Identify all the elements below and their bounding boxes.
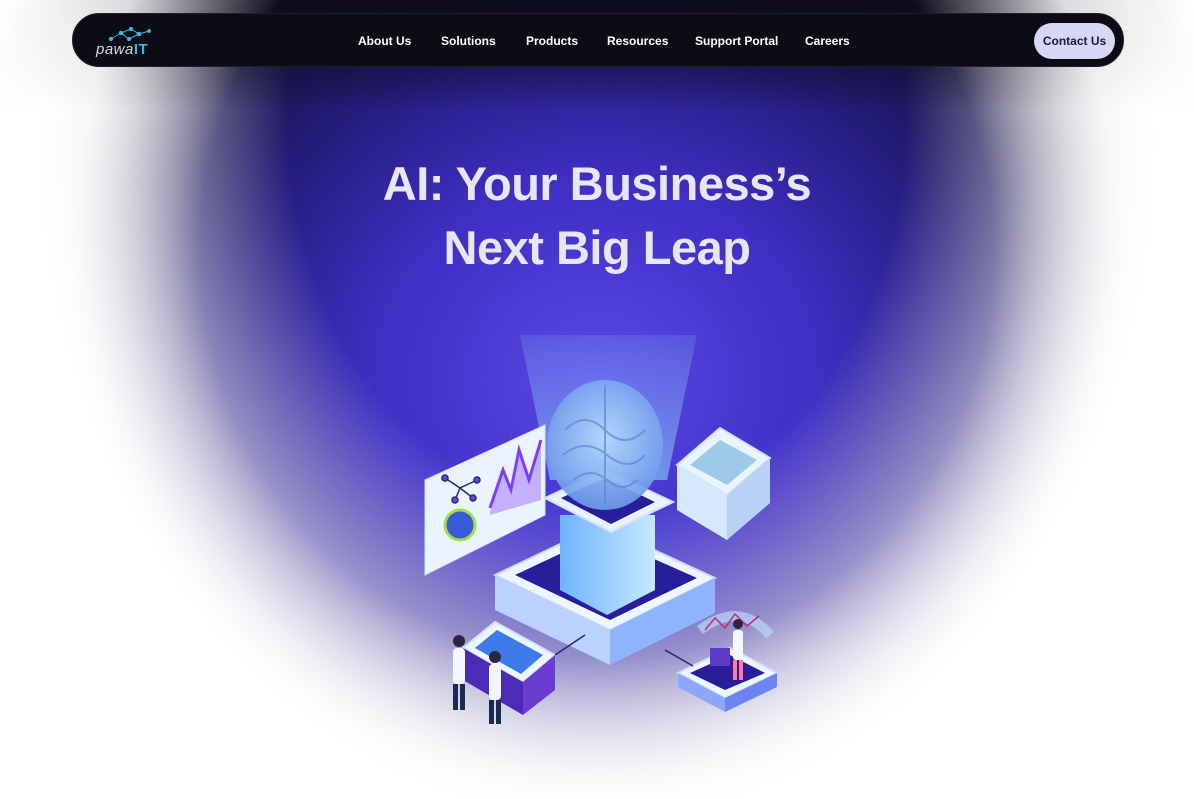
nav-item-solutions[interactable]: Solutions bbox=[441, 34, 496, 48]
contact-us-button[interactable]: Contact Us bbox=[1034, 23, 1115, 59]
server-cube bbox=[675, 426, 772, 540]
control-desk bbox=[461, 620, 557, 715]
hero-headline-line1: AI: Your Business’s bbox=[382, 157, 812, 210]
nav-item-resources[interactable]: Resources bbox=[607, 34, 668, 48]
nav-item-about-us[interactable]: About Us bbox=[358, 34, 411, 48]
main-menu: About Us Solutions Products Resources Su… bbox=[73, 14, 1123, 66]
scientist-figure-1 bbox=[453, 635, 465, 710]
analytics-panel bbox=[424, 424, 546, 576]
top-navbar: pawaIT About Us Solutions Products Resou… bbox=[72, 13, 1124, 67]
hero-headline: AI: Your Business’s Next Big Leap bbox=[0, 152, 1194, 280]
nav-item-products[interactable]: Products bbox=[526, 34, 578, 48]
ai-isometric-illustration bbox=[424, 335, 780, 724]
hero-headline-line2: Next Big Leap bbox=[443, 221, 751, 274]
nav-item-careers[interactable]: Careers bbox=[805, 34, 850, 48]
monitoring-station bbox=[675, 611, 780, 712]
nav-item-support-portal[interactable]: Support Portal bbox=[695, 34, 778, 48]
